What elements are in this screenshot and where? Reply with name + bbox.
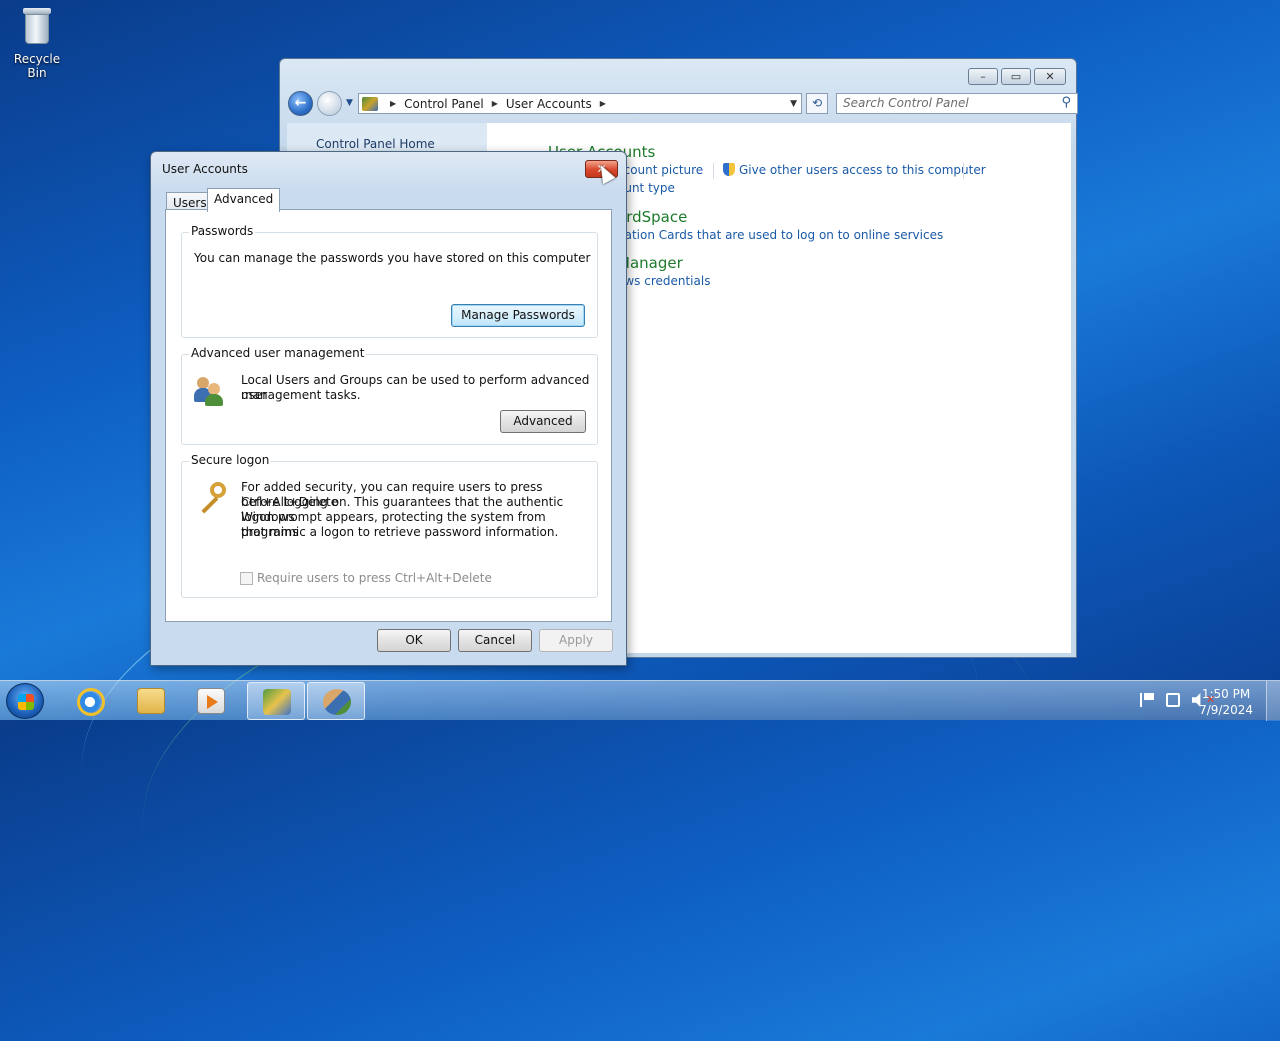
advanced-tab-panel: Passwords You can manage the passwords y… xyxy=(165,209,612,622)
users-icon xyxy=(194,375,226,407)
clock-time: 1:50 PM xyxy=(1201,687,1251,701)
breadcrumb-control-panel[interactable]: Control Panel xyxy=(404,97,484,111)
advanced-mgmt-description-line2: management tasks. xyxy=(241,388,361,402)
passwords-group-label: Passwords xyxy=(189,224,256,238)
ok-button[interactable]: OK xyxy=(377,629,451,652)
advanced-button[interactable]: Advanced xyxy=(500,410,586,433)
breadcrumb-user-accounts[interactable]: User Accounts xyxy=(506,97,592,111)
chevron-right-icon[interactable]: ▶ xyxy=(492,99,498,108)
action-center-flag-icon[interactable] xyxy=(1140,693,1154,707)
secure-logon-group: Secure logon For added security, you can… xyxy=(181,453,598,598)
taskbar-media-player[interactable] xyxy=(182,682,240,720)
windows-logo-icon xyxy=(18,694,34,710)
cancel-button[interactable]: Cancel xyxy=(458,629,532,652)
close-button[interactable]: ✕ xyxy=(1034,68,1066,85)
network-icon[interactable] xyxy=(1166,693,1180,707)
section-title-cardspace[interactable]: ardSpace xyxy=(617,208,687,226)
start-button[interactable] xyxy=(6,683,44,719)
dialog-title: User Accounts xyxy=(162,162,248,176)
address-dropdown-icon[interactable]: ▼ xyxy=(790,99,797,109)
internet-explorer-icon xyxy=(77,688,105,716)
checkbox-label: Require users to press Ctrl+Alt+Delete xyxy=(257,571,492,585)
link-windows-credentials[interactable]: ows credentials xyxy=(617,274,710,288)
taskbar-user-accounts[interactable] xyxy=(307,682,365,720)
advanced-mgmt-group-label: Advanced user management xyxy=(189,346,367,360)
address-bar[interactable]: ▶ Control Panel ▶ User Accounts ▶ ▼ xyxy=(358,93,802,114)
control-panel-icon xyxy=(263,689,291,715)
manage-passwords-button[interactable]: Manage Passwords xyxy=(451,304,585,327)
search-input[interactable]: Search Control Panel ⚲ xyxy=(836,93,1078,114)
back-button[interactable]: ← xyxy=(288,91,313,116)
navigation-bar: ← ▼ ▶ Control Panel ▶ User Accounts ▶ ▼ … xyxy=(288,91,1078,117)
history-dropdown-icon[interactable]: ▼ xyxy=(346,98,353,108)
chevron-right-icon[interactable]: ▶ xyxy=(600,99,606,108)
key-icon xyxy=(194,480,228,514)
advanced-user-management-group: Advanced user management Local Users and… xyxy=(181,346,598,445)
link-give-access[interactable]: Give other users access to this computer xyxy=(723,163,986,177)
user-accounts-icon xyxy=(323,689,351,715)
search-placeholder: Search Control Panel xyxy=(843,96,969,110)
clock-date: 7/9/2024 xyxy=(1199,703,1253,717)
require-ctrl-alt-delete-checkbox[interactable]: Require users to press Ctrl+Alt+Delete xyxy=(240,571,492,585)
secure-logon-group-label: Secure logon xyxy=(189,453,272,467)
window-controls: – ▭ ✕ xyxy=(968,68,1066,85)
chevron-right-icon[interactable]: ▶ xyxy=(390,99,396,108)
taskbar-windows-explorer[interactable] xyxy=(122,682,180,720)
passwords-description: You can manage the passwords you have st… xyxy=(194,251,591,265)
link-manage-cards[interactable]: nation Cards that are used to log on to … xyxy=(617,228,943,242)
checkbox-box[interactable] xyxy=(240,571,253,585)
link-change-picture[interactable]: ccount picture xyxy=(617,163,703,177)
user-accounts-dialog: User Accounts ✕ Users Advanced Passwords… xyxy=(150,151,627,666)
show-desktop-button[interactable] xyxy=(1266,681,1280,721)
taskbar: ✕ 1:50 PM 7/9/2024 xyxy=(0,680,1280,721)
divider xyxy=(963,163,964,179)
passwords-group: Passwords You can manage the passwords y… xyxy=(181,224,598,338)
recycle-bin-label: Recycle Bin xyxy=(13,52,61,80)
recycle-bin-icon xyxy=(22,6,52,46)
clock[interactable]: 1:50 PM 7/9/2024 xyxy=(1199,686,1253,718)
taskbar-internet-explorer[interactable] xyxy=(62,682,120,720)
recycle-bin[interactable]: Recycle Bin xyxy=(4,6,70,80)
tab-advanced[interactable]: Advanced xyxy=(207,188,281,212)
secure-logon-description-line4: that mimic a logon to retrieve password … xyxy=(241,525,559,539)
media-player-icon xyxy=(197,688,225,714)
maximize-button[interactable]: ▭ xyxy=(1001,68,1031,85)
minimize-button[interactable]: – xyxy=(968,68,998,85)
shield-icon xyxy=(723,163,735,176)
divider xyxy=(713,163,714,179)
control-panel-icon xyxy=(362,96,378,111)
taskbar-control-panel[interactable] xyxy=(247,682,305,720)
search-icon[interactable]: ⚲ xyxy=(1061,95,1071,110)
apply-button[interactable]: Apply xyxy=(539,629,613,652)
refresh-button[interactable]: ⟲ xyxy=(806,93,828,114)
forward-button[interactable] xyxy=(317,91,342,116)
control-panel-home-link[interactable]: Control Panel Home xyxy=(316,137,435,151)
folder-icon xyxy=(137,688,165,714)
